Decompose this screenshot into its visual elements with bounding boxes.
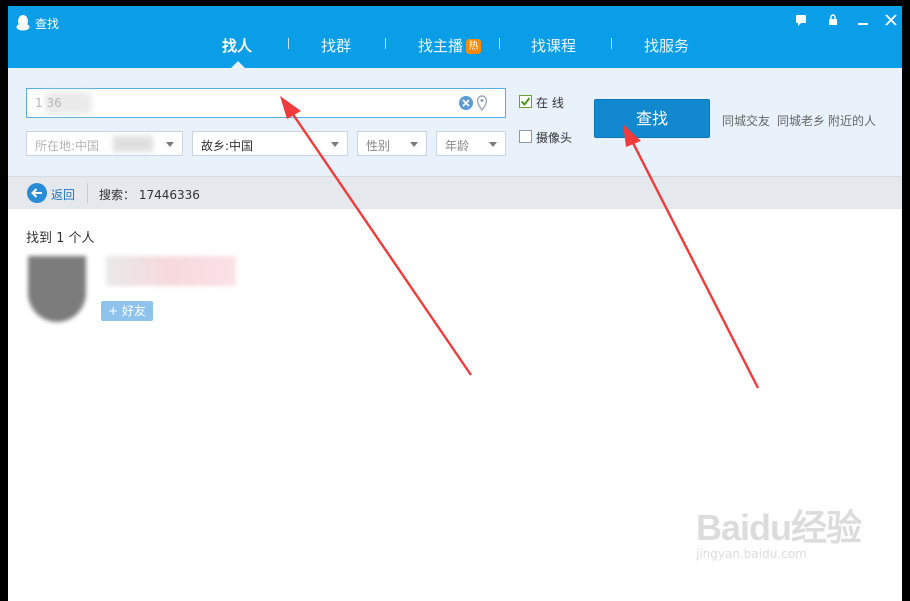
- avatar[interactable]: [28, 256, 86, 322]
- baidu-watermark: Baidu经验 jingyan.baidu.com: [696, 499, 876, 561]
- tab-find-streamers-label: 找主播: [418, 37, 464, 55]
- divider: [87, 183, 88, 203]
- tab-find-streamers[interactable]: 找主播热: [418, 35, 482, 56]
- watermark-logo: Baidu经验: [696, 507, 862, 548]
- search-input-value: 1 36: [35, 96, 62, 110]
- location-select[interactable]: 所在地:中国: [26, 131, 183, 156]
- find-button[interactable]: 查找: [594, 99, 710, 138]
- result-count: 找到 1 个人: [26, 231, 95, 246]
- search-summary: 搜索： 17446336: [99, 188, 200, 202]
- list-item[interactable]: + 好友: [22, 252, 252, 328]
- camera-checkbox[interactable]: [519, 130, 532, 143]
- chevron-down-icon: [489, 142, 497, 147]
- tab-divider: [385, 38, 386, 49]
- redacted-area: [113, 136, 153, 152]
- hometown-select[interactable]: 故乡:中国: [192, 131, 348, 156]
- search-input[interactable]: 1 36: [26, 88, 506, 118]
- location-select-value: 所在地:中国: [35, 139, 100, 153]
- tab-find-services[interactable]: 找服务: [644, 35, 689, 56]
- checkmark-icon: [520, 97, 531, 107]
- redacted-name: [106, 256, 236, 286]
- window-title: 查找: [35, 17, 60, 31]
- age-select-value: 年龄: [445, 139, 470, 153]
- lock-icon[interactable]: [826, 14, 840, 28]
- clear-icon[interactable]: [459, 96, 473, 110]
- tab-find-people[interactable]: 找人: [222, 35, 252, 56]
- chevron-down-icon: [166, 142, 174, 147]
- back-button[interactable]: 返回: [51, 186, 75, 203]
- feedback-icon[interactable]: [794, 14, 808, 28]
- qq-penguin-icon: [16, 15, 30, 31]
- tab-bar: 找人 找群 找主播热 找课程 找服务: [8, 33, 902, 68]
- link-local-friends[interactable]: 同城交友: [722, 112, 770, 129]
- hometown-select-value: 故乡:中国: [201, 139, 254, 153]
- location-pin-icon[interactable]: [476, 95, 488, 111]
- tab-divider: [611, 38, 612, 49]
- chevron-down-icon: [331, 142, 339, 147]
- minimize-icon[interactable]: [856, 14, 870, 28]
- camera-checkbox-label: 摄像头: [536, 131, 573, 145]
- search-filter-panel: 1 36 所在地:中国 故乡:中国 性别 年龄 在 线 摄像头 查找 同城交友 …: [8, 68, 902, 176]
- active-tab-indicator: [231, 61, 245, 68]
- chevron-down-icon: [410, 142, 418, 147]
- gender-select[interactable]: 性别: [357, 131, 427, 156]
- add-friend-button[interactable]: + 好友: [101, 301, 153, 321]
- tab-find-courses[interactable]: 找课程: [531, 35, 576, 56]
- tab-find-groups[interactable]: 找群: [321, 35, 351, 56]
- find-window: 查找 找人 找群 找主播热 找课程 找服务 1 36 所在地:中国 故乡:中国 …: [8, 6, 902, 601]
- close-icon[interactable]: [884, 14, 898, 28]
- online-checkbox[interactable]: [519, 95, 532, 108]
- title-bar: 查找 找人 找群 找主播热 找课程 找服务: [8, 6, 902, 68]
- link-hometown-friends[interactable]: 同城老乡: [777, 112, 825, 129]
- gender-select-value: 性别: [366, 139, 391, 153]
- back-arrow-icon[interactable]: [27, 183, 47, 203]
- result-nav-bar: 返回 搜索： 17446336: [8, 176, 902, 209]
- tab-divider: [288, 38, 289, 49]
- hot-badge: 热: [466, 39, 482, 54]
- online-checkbox-label: 在 线: [536, 96, 564, 110]
- link-nearby-people[interactable]: 附近的人: [828, 112, 876, 129]
- tab-divider: [499, 38, 500, 49]
- age-select[interactable]: 年龄: [436, 131, 506, 156]
